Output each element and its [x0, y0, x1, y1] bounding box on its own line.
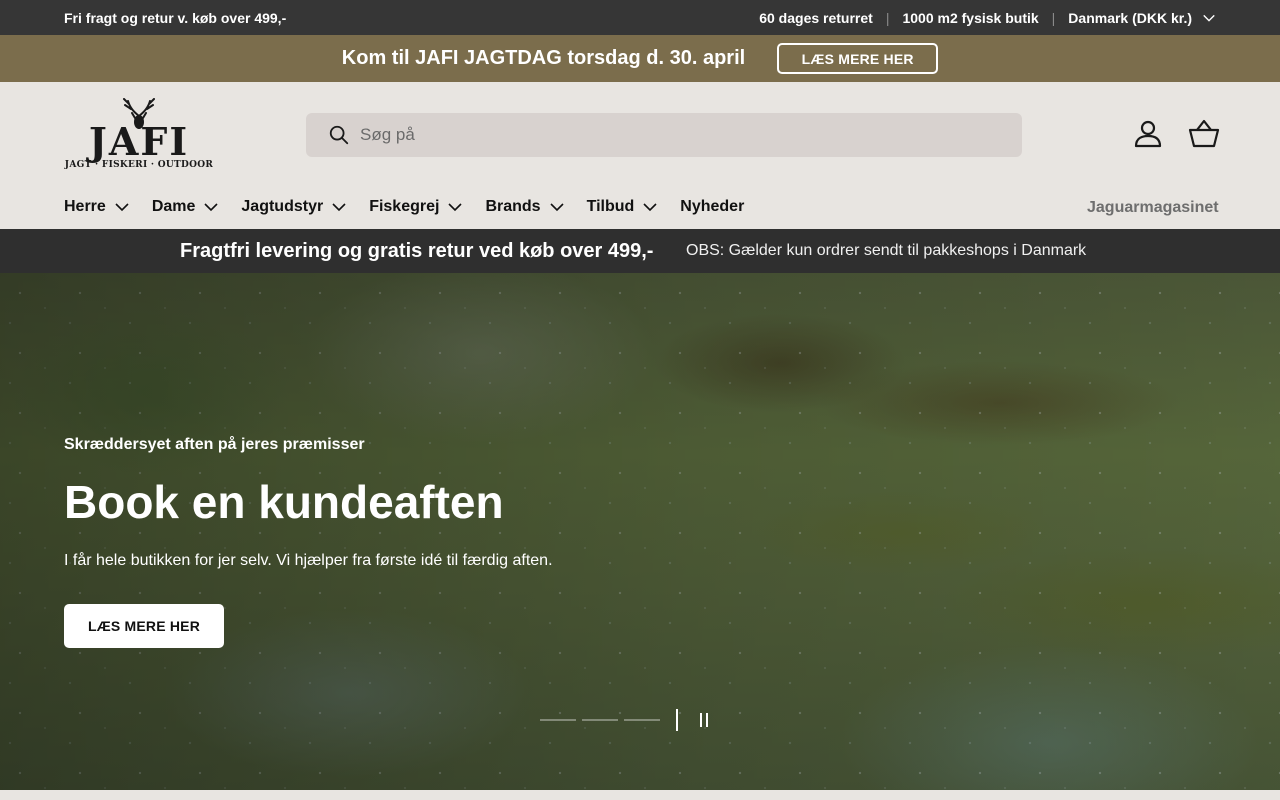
main-navigation: Herre Dame Jagtudstyr Fiskegrej Brands T… [64, 196, 766, 218]
nav-label: Herre [64, 198, 106, 215]
country-selector[interactable]: Danmark (DKK kr.) [1068, 10, 1216, 26]
logo-wordmark: JAFI [88, 119, 190, 164]
chevron-down-icon [448, 203, 463, 212]
nav-label: Dame [151, 198, 196, 215]
country-label: Danmark (DKK kr.) [1068, 9, 1192, 26]
slide-indicators [540, 709, 684, 731]
nav-item-fiskegrej[interactable]: Fiskegrej [369, 198, 463, 216]
hero-kicker: Skræddersyet aften på jeres præmisser [64, 436, 365, 453]
hero-content: Skræddersyet aften på jeres præmisser Bo… [64, 436, 553, 648]
nav-item-nyheder[interactable]: Nyheder [680, 198, 744, 216]
nav-item-jagtudstyr[interactable]: Jagtudstyr [241, 198, 347, 216]
top-utility-bar: Fri fragt og retur v. køb over 499,- 60 … [0, 0, 1280, 35]
chevron-down-icon [204, 203, 218, 212]
announcement-read-more-button[interactable]: LÆS MERE HER [777, 43, 939, 74]
topbar-item-store: 1000 m2 fysisk butik [902, 9, 1039, 26]
slide-indicator[interactable] [624, 719, 660, 721]
nav-item-dame[interactable]: Dame [152, 198, 220, 216]
chevron-down-icon [1203, 14, 1215, 22]
slide-indicator[interactable] [582, 719, 618, 721]
nav-label: Brands [485, 198, 541, 215]
topbar-right: 60 dages returret | 1000 m2 fysisk butik… [759, 10, 1216, 26]
shipping-strip-note: OBS: Gælder kun ordrer sendt til pakkesh… [686, 242, 1087, 259]
topbar-separator: | [885, 9, 890, 26]
nav-label: Nyheder [680, 198, 745, 215]
basket-icon[interactable] [1188, 118, 1220, 150]
site-header: JAFI JAGT · FISKERI · OUTDOOR Herre Dame… [0, 82, 1280, 229]
nav-label: Fiskegrej [369, 198, 440, 215]
nav-item-tilbud[interactable]: Tilbud [587, 198, 659, 216]
announcement-text: Kom til JAFI JAGTDAG torsdag d. 30. apri… [341, 47, 746, 69]
hero-title: Book en kundeaften [64, 476, 504, 528]
hero-description: I får hele butikken for jer selv. Vi hjæ… [64, 552, 553, 569]
page-bottom-edge [0, 790, 1280, 800]
chevron-down-icon [115, 203, 129, 212]
site-logo[interactable]: JAFI JAGT · FISKERI · OUTDOOR [64, 98, 214, 174]
chevron-down-icon [550, 203, 564, 212]
topbar-item-returns: 60 dages returret [759, 9, 873, 26]
topbar-separator: | [1051, 9, 1056, 26]
nav-label: Tilbud [586, 198, 635, 215]
nav-link-jaguarmagasinet[interactable]: Jaguarmagasinet [1087, 199, 1219, 217]
search-bar[interactable] [306, 113, 1022, 157]
shipping-note: Fri fragt og retur v. køb over 499,- [64, 9, 287, 26]
hero-banner: Skræddersyet aften på jeres præmisser Bo… [0, 273, 1280, 790]
pause-icon[interactable] [700, 713, 708, 727]
chevron-down-icon [332, 203, 346, 212]
shipping-strip-main: Fragtfri levering og gratis retur ved kø… [180, 239, 654, 262]
nav-item-brands[interactable]: Brands [485, 198, 564, 216]
announcement-bar: Kom til JAFI JAGTDAG torsdag d. 30. apri… [0, 35, 1280, 82]
search-input[interactable] [360, 125, 960, 145]
hero-read-more-button[interactable]: LÆS MERE HER [64, 604, 224, 648]
shipping-strip: Fragtfri levering og gratis retur ved kø… [0, 229, 1280, 273]
nav-label: Jagtudstyr [241, 198, 324, 215]
search-icon[interactable] [328, 124, 350, 146]
user-icon[interactable] [1132, 118, 1164, 150]
nav-item-herre[interactable]: Herre [64, 198, 130, 216]
slideshow-controls [540, 709, 708, 731]
slide-indicator[interactable] [540, 719, 576, 721]
slide-indicator-active[interactable] [676, 709, 678, 731]
logo-tagline: JAGT · FISKERI · OUTDOOR [64, 160, 214, 170]
chevron-down-icon [643, 203, 657, 212]
